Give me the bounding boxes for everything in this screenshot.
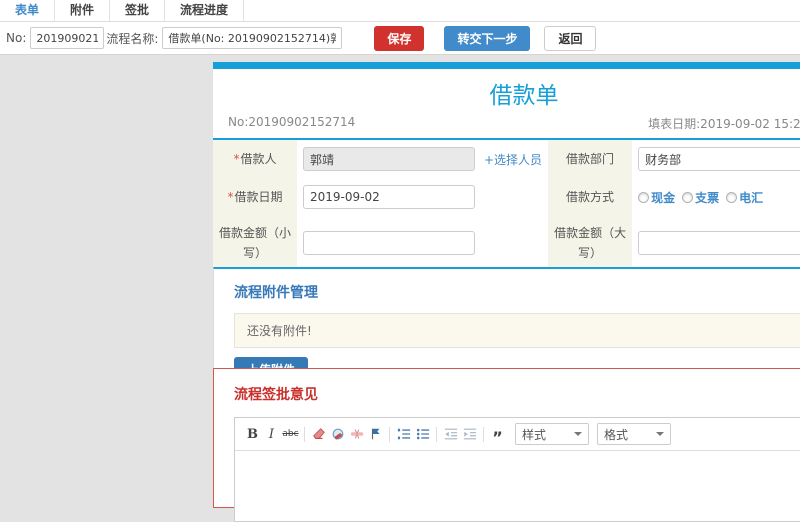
borrower-field: +选择人员 bbox=[297, 140, 548, 178]
no-attachments-message: 还没有附件! bbox=[234, 313, 800, 348]
format-dropdown-label: 格式 bbox=[604, 427, 629, 442]
loan-method-label: 借款方式 bbox=[548, 178, 633, 216]
editor-content-area[interactable] bbox=[235, 451, 800, 521]
blockquote-icon[interactable]: ” bbox=[488, 425, 507, 445]
loan-date-field bbox=[297, 178, 548, 216]
method-option-cheque[interactable]: 支票 bbox=[682, 189, 719, 206]
borrower-label: *借款人 bbox=[213, 140, 297, 178]
tab-form[interactable]: 表单 bbox=[0, 0, 56, 21]
tab-approval[interactable]: 签批 bbox=[110, 0, 166, 21]
amount-upper-input[interactable] bbox=[638, 231, 800, 255]
document-meta: No:20190902152714 填表日期:2019-09-02 15:27:… bbox=[213, 113, 800, 140]
method-option-cash[interactable]: 现金 bbox=[638, 189, 675, 206]
approval-panel: 流程签批意见 B I abc ” 样式 格式 bbox=[213, 368, 800, 522]
approval-heading: 流程签批意见 bbox=[234, 387, 318, 403]
remove-format-icon[interactable] bbox=[309, 425, 328, 443]
tab-attachments[interactable]: 附件 bbox=[55, 0, 111, 21]
rich-text-editor: B I abc ” 样式 格式 bbox=[234, 417, 800, 522]
flow-name-label: 流程名称: bbox=[106, 31, 159, 46]
amount-upper-field bbox=[632, 216, 800, 270]
editor-toolbar: B I abc ” 样式 格式 bbox=[235, 418, 800, 451]
department-label: 借款部门 bbox=[548, 140, 633, 178]
unordered-list-icon[interactable] bbox=[413, 425, 432, 443]
ordered-list-icon[interactable] bbox=[394, 425, 413, 443]
indent-icon[interactable] bbox=[460, 425, 479, 443]
italic-icon[interactable]: I bbox=[262, 425, 281, 443]
loan-method-field: 现金 支票 电汇 bbox=[632, 178, 800, 216]
radio-icon[interactable] bbox=[682, 191, 694, 203]
select-person-link[interactable]: +选择人员 bbox=[484, 151, 542, 168]
required-mark: * bbox=[233, 152, 240, 166]
outdent-icon[interactable] bbox=[441, 425, 460, 443]
fill-date: 填表日期:2019-09-02 15:27:1 bbox=[648, 117, 800, 131]
department-field: +选择部门 bbox=[632, 140, 800, 178]
header: 表单 附件 签批 流程进度 No: 流程名称: 保存 转交下一步 返回 bbox=[0, 0, 800, 55]
format-dropdown[interactable]: 格式 bbox=[597, 423, 671, 445]
caret-down-icon bbox=[656, 432, 664, 436]
back-button[interactable]: 返回 bbox=[544, 25, 597, 51]
borrower-input[interactable] bbox=[303, 147, 475, 171]
radio-icon[interactable] bbox=[638, 191, 650, 203]
no-label: No: bbox=[6, 31, 27, 45]
amount-lower-input[interactable] bbox=[303, 231, 475, 255]
tab-progress[interactable]: 流程进度 bbox=[165, 0, 245, 21]
attachments-heading: 流程附件管理 bbox=[234, 285, 318, 301]
strikethrough-icon[interactable]: abc bbox=[281, 425, 300, 443]
toolbar: No: 流程名称: 保存 转交下一步 返回 bbox=[0, 22, 800, 55]
next-step-button[interactable]: 转交下一步 bbox=[444, 25, 531, 51]
required-mark: * bbox=[227, 190, 234, 204]
loan-date-input[interactable] bbox=[303, 185, 475, 209]
amount-upper-label: 借款金额（大写） bbox=[548, 216, 633, 270]
document-no: No:20190902152714 bbox=[228, 115, 356, 129]
toolbar-separator bbox=[436, 426, 437, 442]
bold-icon[interactable]: B bbox=[243, 425, 262, 443]
save-button[interactable]: 保存 bbox=[374, 25, 425, 51]
unlink-icon[interactable] bbox=[347, 425, 366, 443]
toolbar-separator bbox=[304, 426, 305, 442]
amount-lower-label: 借款金额（小写） bbox=[213, 216, 297, 270]
link-icon[interactable] bbox=[328, 425, 347, 443]
no-input[interactable] bbox=[30, 27, 105, 49]
panel-top-bar bbox=[213, 62, 800, 69]
department-input[interactable] bbox=[638, 147, 800, 171]
anchor-flag-icon[interactable] bbox=[366, 425, 385, 443]
toolbar-separator bbox=[483, 426, 484, 442]
styles-dropdown[interactable]: 样式 bbox=[515, 423, 589, 445]
radio-icon[interactable] bbox=[726, 191, 738, 203]
toolbar-separator bbox=[389, 426, 390, 442]
method-option-wire[interactable]: 电汇 bbox=[726, 189, 763, 206]
amount-lower-field bbox=[297, 216, 548, 270]
tab-bar: 表单 附件 签批 流程进度 bbox=[0, 0, 800, 22]
page-title: 借款单 bbox=[489, 83, 559, 109]
loan-date-label: *借款日期 bbox=[213, 178, 297, 216]
flow-name-input[interactable] bbox=[162, 27, 343, 49]
styles-dropdown-label: 样式 bbox=[522, 427, 547, 442]
caret-down-icon bbox=[574, 432, 582, 436]
